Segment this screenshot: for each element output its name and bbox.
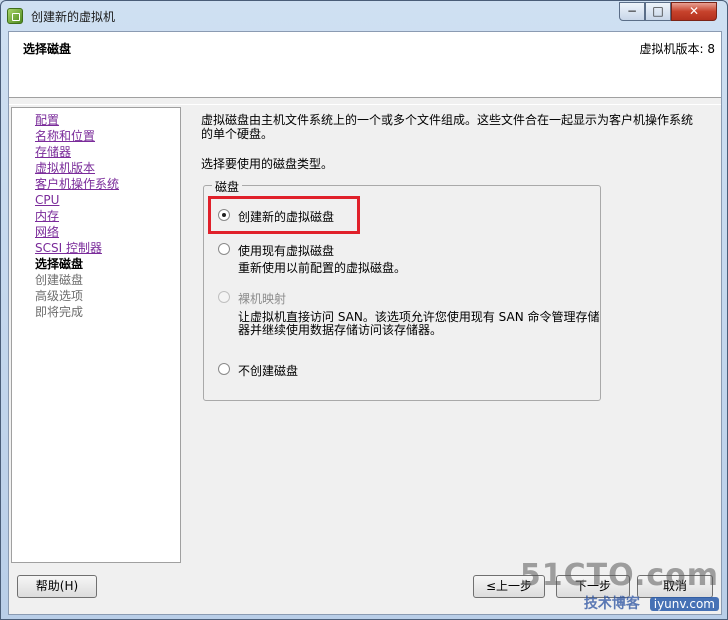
back-button[interactable]: ≤上一步 (473, 575, 545, 598)
vsphere-app-icon (7, 8, 23, 24)
window-title: 创建新的虚拟机 (31, 10, 116, 24)
use-existing-disk-desc: 重新使用以前配置的虚拟磁盘。 (238, 261, 407, 275)
nav-item-ready-to-complete: 即将完成 (35, 305, 84, 319)
disk-option-group: 磁盘 创建新的虚拟磁盘 使用现有虚拟磁盘 重新使用以前配置的虚拟磁盘。 裸机映射 (203, 178, 601, 401)
help-button[interactable]: 帮助(H) (17, 575, 97, 598)
nav-item-select-disk: 选择磁盘 (35, 257, 84, 271)
nav-item-scsi-controller[interactable]: SCSI 控制器 (35, 240, 180, 256)
raw-device-mapping-label: 裸机映射 (238, 292, 287, 306)
nav-item-guest-os[interactable]: 客户机操作系统 (35, 176, 180, 192)
nav-item-vm-version[interactable]: 虚拟机版本 (35, 160, 180, 176)
radio-raw-device-mapping (218, 291, 230, 303)
radio-create-new-disk[interactable] (218, 209, 230, 221)
radio-no-disk[interactable] (218, 363, 230, 375)
nav-item-create-disk: 创建磁盘 (35, 273, 84, 287)
cancel-button[interactable]: 取消 (637, 575, 713, 598)
next-button[interactable]: 下一步 (556, 575, 630, 598)
raw-mapping-desc-line1: 让虚拟机直接访问 SAN。该选项允许您使用现有 SAN 命令管理存储 (238, 310, 600, 324)
wizard-client-area: 选择磁盘 虚拟机版本: 8 配置 名称和位置 存储器 虚拟机版本 客户机操作系统… (8, 31, 722, 615)
wizard-step-nav: 配置 名称和位置 存储器 虚拟机版本 客户机操作系统 CPU 内存 网络 SCS… (11, 107, 181, 563)
maximize-button[interactable]: □ (645, 2, 671, 21)
main-content: 虚拟磁盘由主机文件系统上的一个或多个文件组成。这些文件合在一起显示为客户机操作系… (201, 113, 711, 401)
nav-item-memory[interactable]: 内存 (35, 208, 180, 224)
disk-group-label: 磁盘 (212, 178, 243, 195)
wizard-body: 配置 名称和位置 存储器 虚拟机版本 客户机操作系统 CPU 内存 网络 SCS… (9, 104, 721, 564)
vm-version-label: 虚拟机版本: 8 (639, 42, 716, 56)
nav-item-storage[interactable]: 存储器 (35, 144, 180, 160)
nav-item-cpu[interactable]: CPU (35, 192, 180, 208)
wizard-header: 选择磁盘 虚拟机版本: 8 (9, 32, 721, 98)
nav-item-advanced-options: 高级选项 (35, 289, 84, 303)
radio-use-existing-disk[interactable] (218, 243, 230, 255)
title-bar[interactable]: 创建新的虚拟机 − □ ✕ (1, 1, 727, 31)
page-title: 选择磁盘 (23, 42, 72, 56)
nav-item-network[interactable]: 网络 (35, 224, 180, 240)
minimize-button[interactable]: − (619, 2, 645, 21)
nav-item-config[interactable]: 配置 (35, 112, 180, 128)
no-disk-label[interactable]: 不创建磁盘 (238, 362, 298, 379)
wizard-window: 创建新的虚拟机 − □ ✕ 选择磁盘 虚拟机版本: 8 配置 名称和位置 存储器… (0, 0, 728, 620)
raw-mapping-desc-line2: 器并继续使用数据存储访问该存储器。 (238, 323, 443, 337)
use-existing-disk-label[interactable]: 使用现有虚拟磁盘 (238, 242, 334, 259)
create-new-disk-label[interactable]: 创建新的虚拟磁盘 (238, 208, 334, 225)
nav-item-name-location[interactable]: 名称和位置 (35, 128, 180, 144)
wizard-footer: 帮助(H) ≤上一步 下一步 取消 (9, 568, 721, 614)
close-button[interactable]: ✕ (671, 2, 717, 21)
disk-type-prompt: 选择要使用的磁盘类型。 (201, 157, 334, 171)
disk-description: 虚拟磁盘由主机文件系统上的一个或多个文件组成。这些文件合在一起显示为客户机操作系… (201, 113, 694, 141)
